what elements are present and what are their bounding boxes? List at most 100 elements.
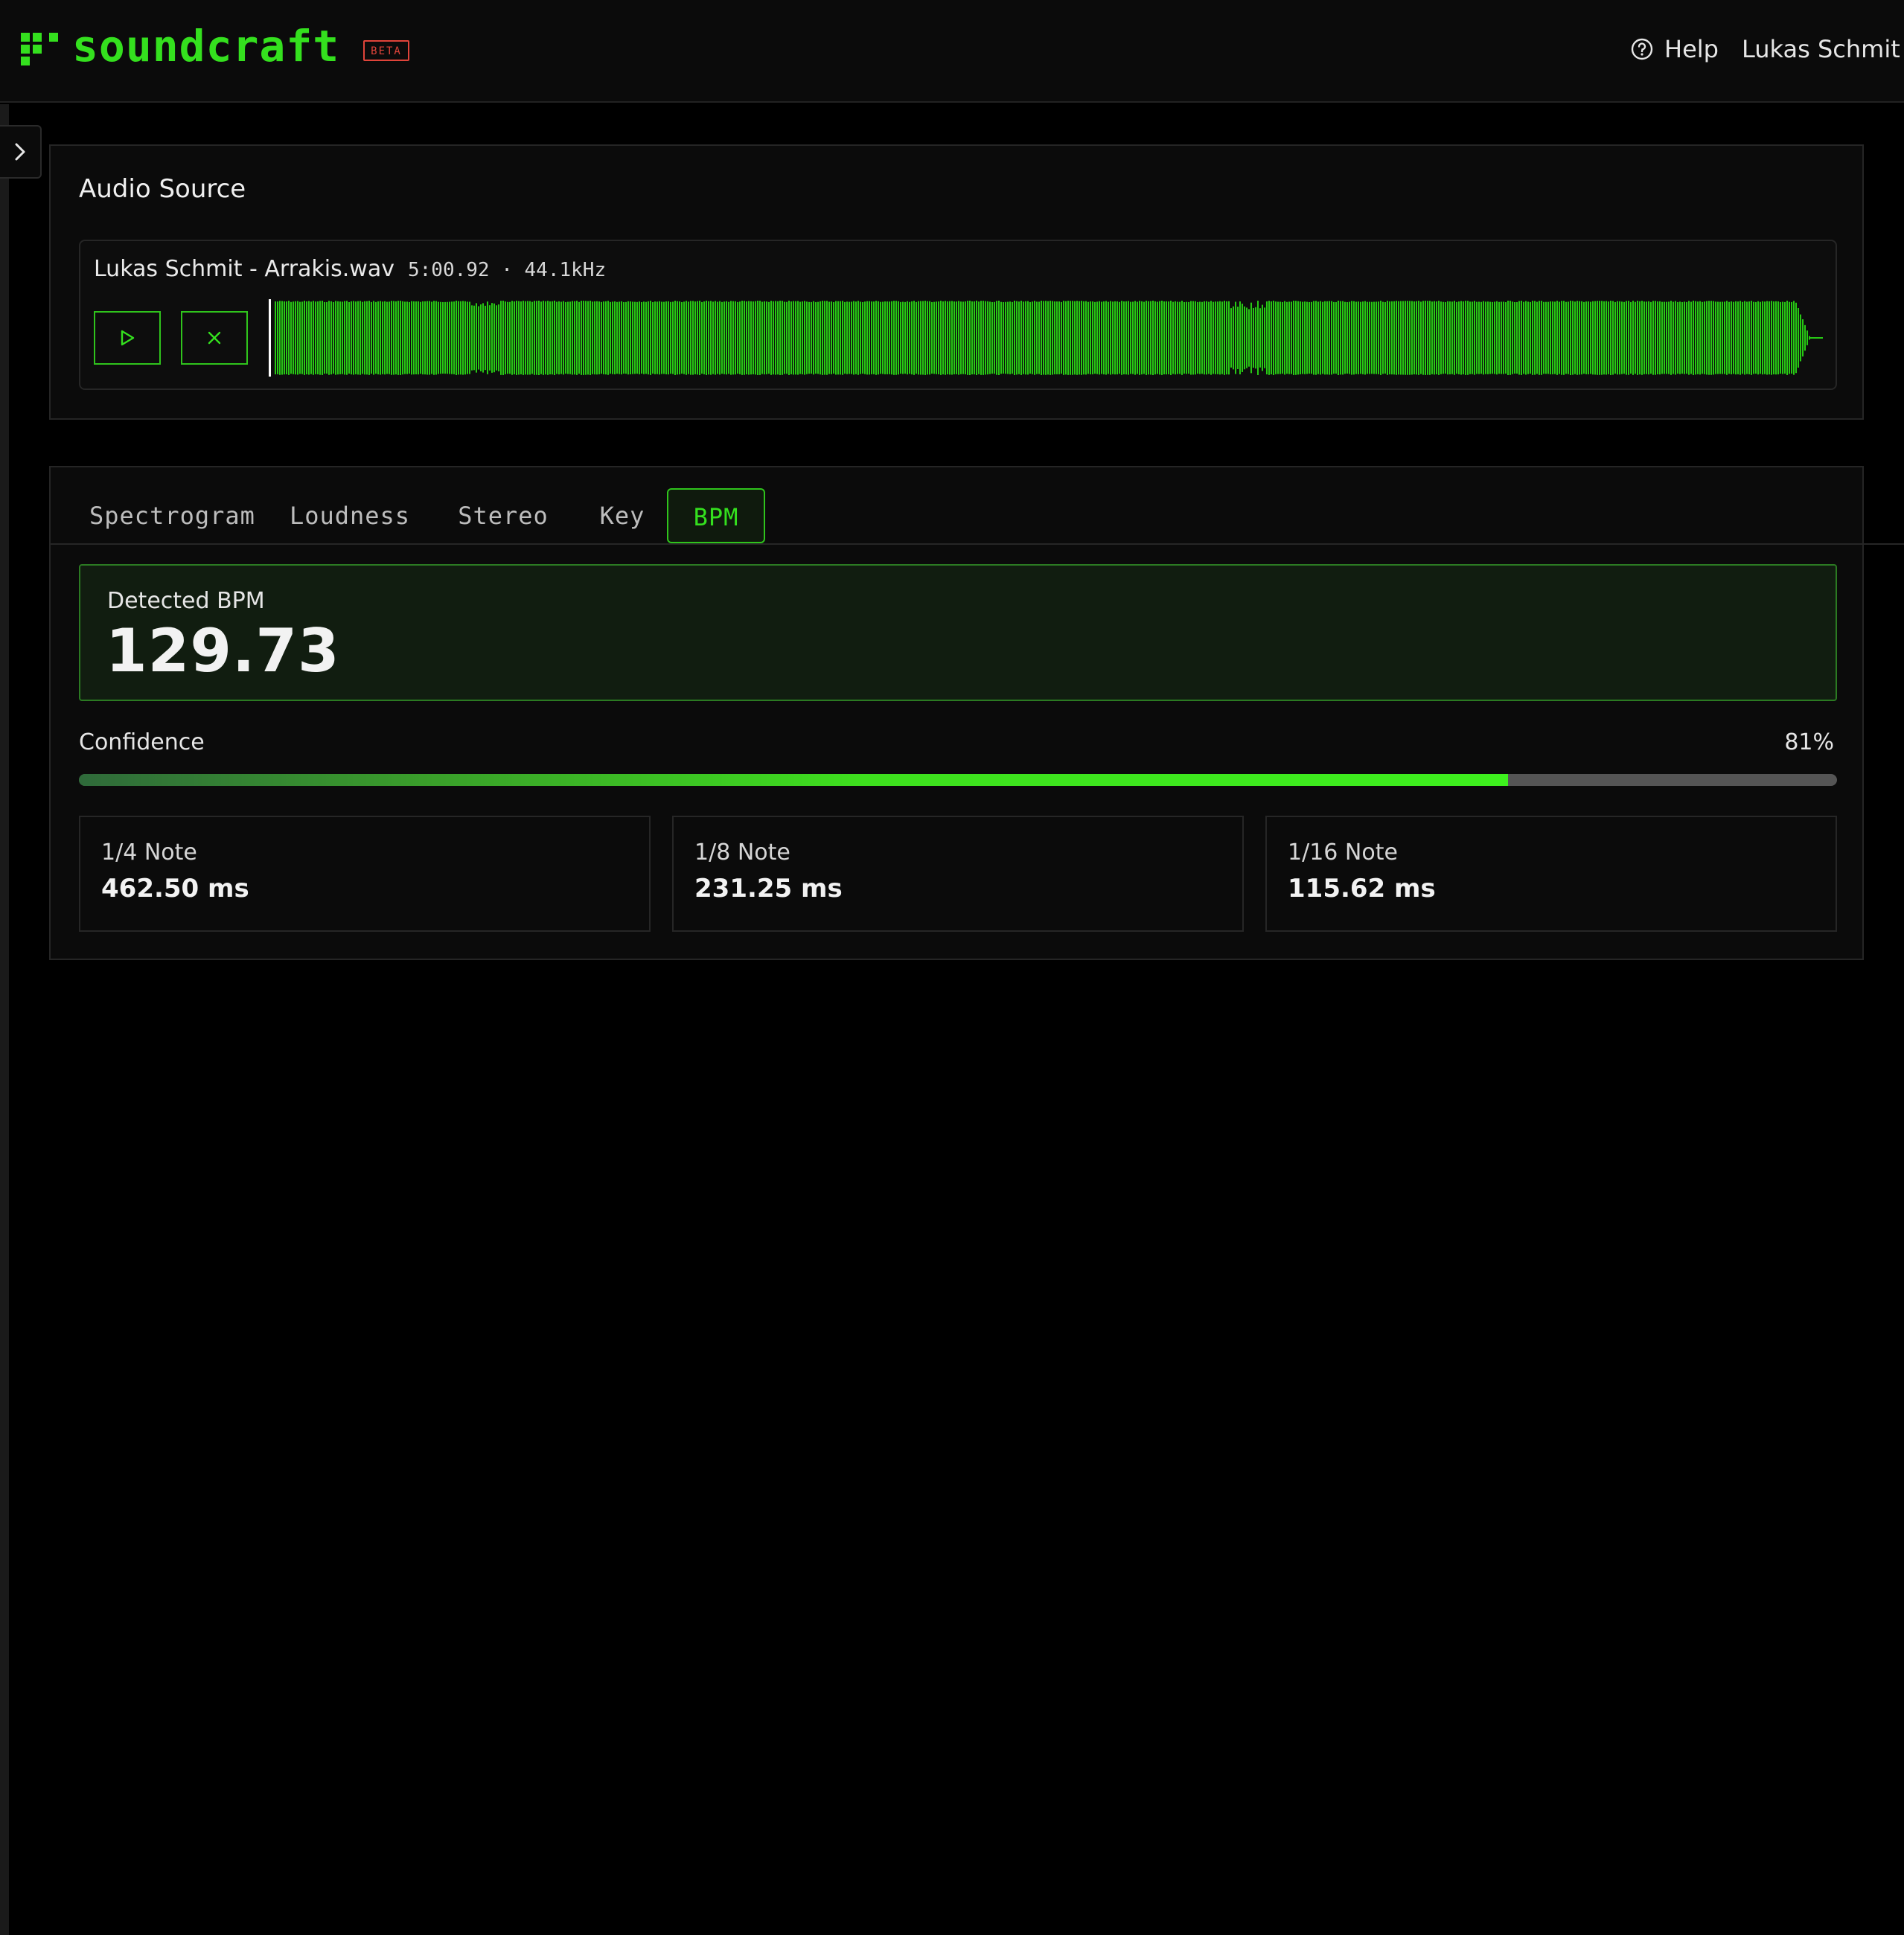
waveform-bar [511,301,513,375]
waveform[interactable] [269,299,1824,377]
waveform-bar [1291,301,1292,374]
waveform-bar [1706,301,1707,375]
waveform-bar [864,301,866,374]
waveform-bar [1309,301,1310,374]
waveform-bar [1425,301,1426,375]
waveform-bar [1121,301,1122,375]
waveform-bar [748,301,750,375]
waveform-bar [1460,301,1462,375]
waveform-bar [815,301,817,374]
waveform-bar [1116,301,1118,375]
waveform-bar [1110,301,1111,375]
waveform-bar [636,301,638,374]
waveform-bar [701,301,703,374]
analysis-panel: Spectrogram Loudness Stereo Key BPM Dete… [49,466,1904,960]
waveform-bar [692,301,694,375]
detected-bpm-value: 129.73 [106,616,340,685]
waveform-bar [1590,301,1591,374]
remove-track-button[interactable] [181,311,248,365]
waveform-bar [974,301,975,375]
waveform-bar [520,301,522,375]
waveform-bar [1108,301,1109,374]
waveform-bar [1353,301,1355,375]
waveform-bar [1280,301,1281,374]
waveform-bar [275,301,276,375]
waveform-bar [1146,301,1147,375]
waveform-bar [315,301,316,374]
waveform-bar [659,301,660,375]
waveform-bar [1652,301,1654,375]
waveform-bar [1047,301,1049,375]
waveform-bar [1163,301,1165,375]
waveform-bar [947,301,948,375]
waveform-bar [1282,301,1283,374]
tab-loudness[interactable]: Loudness [289,488,411,543]
waveform-bar [768,301,770,374]
waveform-bar [429,301,430,375]
user-menu[interactable]: Lukas Schmit [1742,34,1900,64]
brand-name[interactable]: soundcraft [72,21,339,71]
waveform-bar [1255,307,1256,369]
waveform-bar [1045,301,1047,375]
waveform-bar [1369,301,1370,374]
waveform-bar [406,301,408,374]
waveform-bar [317,301,319,375]
waveform-bar [1148,301,1149,375]
waveform-bar [1297,301,1299,375]
waveform-bar [1322,301,1323,374]
waveform-bar [308,301,310,375]
waveform-bar [556,301,558,374]
waveform-bar [344,301,345,375]
waveform-bar [1724,301,1725,374]
play-button[interactable] [94,311,161,365]
waveform-bar [409,301,410,374]
help-link[interactable]: Help [1630,34,1719,64]
waveform-bar [1726,301,1728,375]
waveform-bar [1563,301,1565,375]
waveform-bar [438,301,439,374]
waveform-bar [1688,301,1690,375]
waveform-bar [1346,301,1348,374]
waveform-bar [1405,301,1406,375]
waveform-bar [907,301,908,375]
waveform-bar [873,301,875,374]
waveform-bar [594,301,595,375]
waveform-bar [1438,301,1440,375]
waveform-bar [1132,301,1134,374]
waveform-bar [1300,301,1301,374]
waveform-tail [1809,337,1823,339]
tab-key[interactable]: Key [588,488,657,543]
waveform-bar [849,301,850,374]
waveform-bar [478,306,479,370]
waveform-bar [1742,301,1743,374]
waveform-bar [442,301,444,374]
waveform-bar [1246,307,1247,368]
tab-stereo[interactable]: Stereo [453,488,554,543]
waveform-bar [706,301,707,375]
tab-spectrogram[interactable]: Spectrogram [89,488,255,543]
waveform-bar [565,301,566,374]
waveform-bar [753,301,754,374]
waveform-bar [322,301,323,375]
waveform-bar [1204,301,1205,375]
waveform-bar [1036,301,1038,374]
waveform-bar [855,301,857,374]
waveform-bar [920,301,921,375]
waveform-bar [889,301,890,374]
waveform-bar [1400,301,1402,375]
waveform-bar [1668,301,1670,374]
waveform-bar [364,301,365,375]
waveform-bar [1539,301,1540,375]
waveform-bar [1324,301,1326,375]
waveform-bar [1217,301,1218,374]
waveform-bar [393,301,394,375]
waveform-bar [1168,301,1169,374]
sidebar-toggle-button[interactable] [0,125,42,179]
waveform-bar [1065,301,1067,375]
waveform-bar [1313,301,1314,375]
waveform-bar [578,301,580,374]
tab-bpm[interactable]: BPM [667,488,765,543]
waveform-bar [1525,301,1527,375]
waveform-bar [674,301,676,375]
waveform-bar [540,301,542,374]
